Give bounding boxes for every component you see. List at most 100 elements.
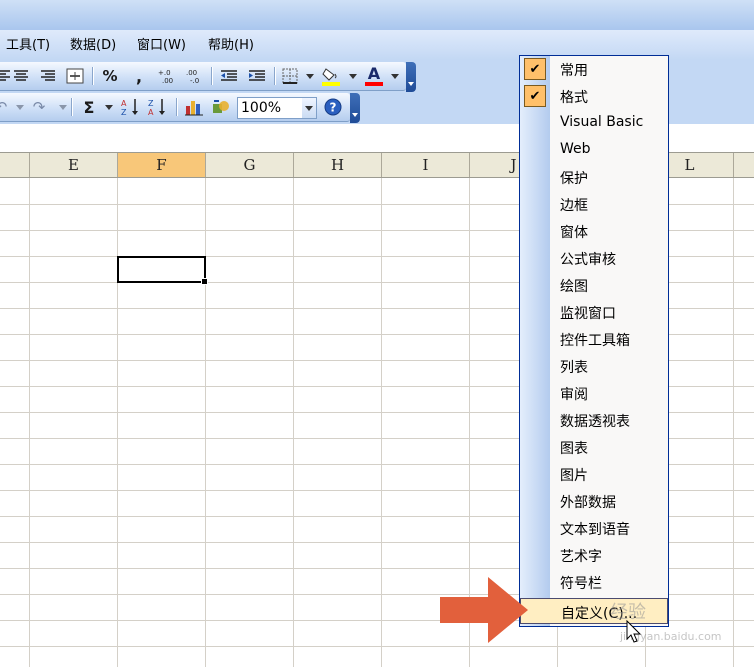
active-cell[interactable] [117,256,208,285]
checkmark-icon: ✔ [524,85,546,107]
autosum-dropdown-arrow[interactable] [105,105,113,110]
fill-color-icon[interactable] [320,65,342,87]
menu-item-label: 图片 [560,468,588,484]
separator [274,67,276,85]
checkmark-icon: ✔ [524,58,546,80]
menu-item-4[interactable]: 保护 [520,164,668,191]
separator [71,98,73,116]
menu-item-0[interactable]: ✔ 常用 [520,56,668,83]
font-color-bar [365,81,383,86]
separator [211,67,213,85]
align-right-icon[interactable] [37,65,59,87]
align-center-icon[interactable] [10,65,32,87]
sort-descending-icon[interactable]: ZA [147,96,169,118]
decrease-decimal-icon[interactable]: .00 -.0 [184,65,206,87]
svg-text:.00: .00 [162,77,173,84]
menu-item-label: 公式审核 [560,252,616,268]
menu-item-7[interactable]: 公式审核 [520,245,668,272]
mouse-cursor-icon [626,620,642,643]
menu-item-11[interactable]: 列表 [520,353,668,380]
menu-item-3[interactable]: Web [520,137,668,164]
increase-indent-icon[interactable] [246,65,268,87]
menu-item-label: 符号栏 [560,576,602,592]
column-header[interactable]: E [30,153,118,177]
menu-item-12[interactable]: 审阅 [520,380,668,407]
font-color-icon[interactable]: A [363,65,385,87]
menu-item-16[interactable]: 外部数据 [520,488,668,515]
svg-text:A: A [148,108,154,117]
merge-center-icon[interactable] [64,65,86,87]
menu-item-label: Visual Basic [560,114,644,130]
menu-item-17[interactable]: 文本到语音 [520,515,668,542]
menu-item-15[interactable]: 图片 [520,461,668,488]
svg-text:.00: .00 [186,69,197,77]
fill-handle[interactable] [201,278,208,285]
column-header-partial[interactable] [0,153,30,177]
toolbar-context-menu: ✔ 常用 ✔ 格式 Visual Basic Web 保护边框 窗体公式审核绘图监视窗口控件工… [519,55,669,627]
redo-dropdown-arrow[interactable] [59,105,67,110]
menu-item-18[interactable]: 艺术字 [520,542,668,569]
column-header[interactable]: G [206,153,294,177]
svg-text:Z: Z [121,108,127,117]
menu-item-14[interactable]: 图表 [520,434,668,461]
menu-item-label: 外部数据 [560,495,616,511]
chart-wizard-icon[interactable] [183,96,205,118]
menu-item-10[interactable]: 控件工具箱 [520,326,668,353]
menu-item-8[interactable]: 绘图 [520,272,668,299]
menu-data[interactable]: 数据(D) [70,37,116,55]
menu-window[interactable]: 窗口(W) [137,37,186,55]
menu-item-label: 绘图 [560,279,588,295]
column-header-selected[interactable]: F [118,153,206,177]
annotation-arrow-icon [440,577,528,643]
toolbar-options-grip[interactable] [406,62,416,92]
svg-text:?: ? [330,101,337,115]
separator [92,67,94,85]
undo-icon[interactable]: ↶ [0,96,12,118]
help-icon[interactable]: ? [322,96,344,118]
fill-color-dropdown-arrow[interactable] [349,74,357,79]
zoom-dropdown-button[interactable] [302,98,316,118]
menu-item-2[interactable]: Visual Basic [520,110,668,137]
column-header-partial[interactable] [734,153,754,177]
redo-icon[interactable]: ↷ [28,96,50,118]
drawing-icon[interactable] [210,96,232,118]
font-color-dropdown-arrow[interactable] [391,74,399,79]
menu-item-label: 控件工具箱 [560,333,630,349]
menu-item-label: 常用 [560,63,588,79]
decrease-indent-icon[interactable] [218,65,240,87]
undo-dropdown-arrow[interactable] [16,105,24,110]
menu-item-19[interactable]: 符号栏 [520,569,668,596]
menu-item-label: 文本到语音 [560,522,630,538]
separator [176,98,178,116]
menu-help[interactable]: 帮助(H) [208,37,254,55]
menu-item-5[interactable]: 边框 [520,191,668,218]
svg-text:+.0: +.0 [158,69,171,77]
title-bar [0,0,754,30]
menu-item-13[interactable]: 数据透视表 [520,407,668,434]
svg-text:-.0: -.0 [190,77,199,84]
svg-text:Z: Z [148,99,154,108]
increase-decimal-icon[interactable]: +.0.00 [156,65,178,87]
menu-item-label: 数据透视表 [560,414,630,430]
percent-icon[interactable]: % [99,65,121,87]
borders-icon[interactable] [279,65,301,87]
menu-item-9[interactable]: 监视窗口 [520,299,668,326]
menu-item-label: 列表 [560,360,588,376]
sort-ascending-icon[interactable]: AZ [120,96,142,118]
toolbar-options-grip[interactable] [350,93,360,123]
menu-item-label: 图表 [560,441,588,457]
column-header[interactable]: I [382,153,470,177]
zoom-combobox[interactable]: 100% [237,97,317,119]
menu-item-label: 审阅 [560,387,588,403]
menu-item-6[interactable]: 窗体 [520,218,668,245]
chevron-down-icon [305,106,313,111]
menu-item-label: 保护 [560,171,588,187]
menu-item-1[interactable]: ✔ 格式 [520,83,668,110]
svg-text:A: A [121,99,127,108]
menu-item-label: 格式 [560,90,588,106]
column-header[interactable]: H [294,153,382,177]
menu-tools[interactable]: 工具(T) [6,37,50,55]
autosum-icon[interactable]: Σ [78,96,100,118]
borders-dropdown-arrow[interactable] [306,74,314,79]
comma-icon[interactable]: , [128,65,150,87]
